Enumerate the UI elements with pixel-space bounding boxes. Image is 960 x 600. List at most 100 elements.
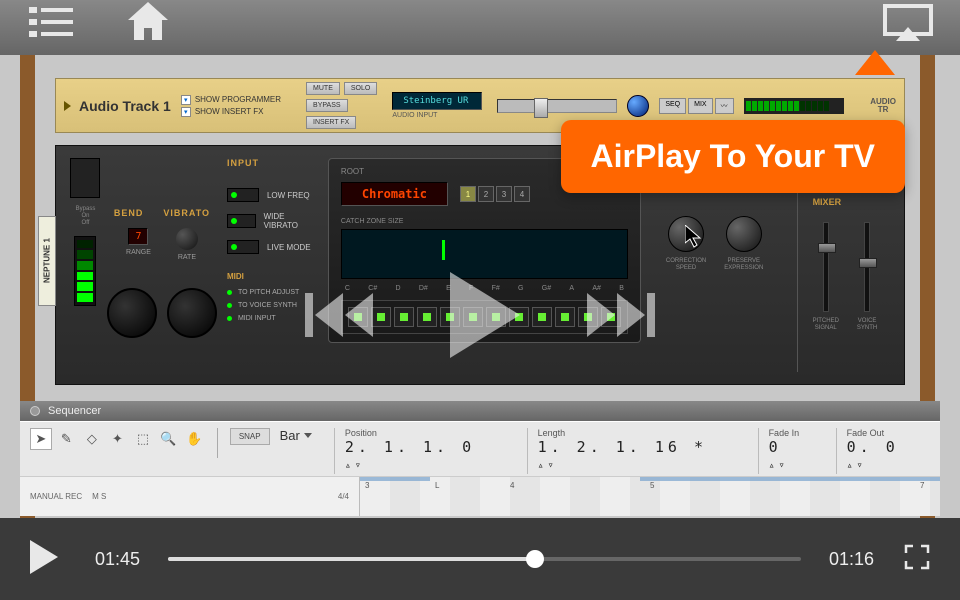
position-value[interactable]: 2. 1. 1. 0 ▵▿: [345, 438, 505, 474]
remaining-time: 01:16: [829, 549, 874, 570]
mute-tool-icon[interactable]: ⬚: [132, 428, 154, 450]
pencil-tool-icon[interactable]: ✎: [56, 428, 78, 450]
voice-synth-label: VOICESYNTH: [857, 318, 877, 332]
snap-button[interactable]: SNAP: [230, 428, 270, 445]
rate-knob[interactable]: [176, 228, 198, 250]
clip-bar[interactable]: [640, 477, 940, 481]
video-center-controls: [305, 260, 655, 375]
pitched-label: PITCHEDSIGNAL: [813, 318, 839, 332]
wave-button[interactable]: 〰: [715, 98, 734, 114]
pitch-wheel[interactable]: [107, 288, 157, 338]
correction-speed-label: CORRECTIONSPEED: [666, 258, 706, 272]
length-label: Length: [538, 428, 736, 438]
track-buttons: MUTE SOLO BYPASS INSERT FX: [306, 82, 377, 129]
lowfreq-label: LOW FREQ: [267, 191, 310, 200]
show-insertfx-check[interactable]: ▾: [181, 107, 191, 117]
center-play-button[interactable]: [425, 260, 535, 375]
neptune-tab[interactable]: NEPTUNE 1: [38, 216, 56, 306]
tooltip-pointer: [855, 50, 895, 75]
midi-input-label: MIDI INPUT: [238, 315, 276, 322]
insertfx-button[interactable]: INSERT FX: [306, 116, 356, 129]
scale-display[interactable]: Chromatic: [341, 182, 448, 206]
preserve-expression-label: PRESERVEEXPRESSION: [724, 258, 763, 272]
rate-label: RATE: [178, 254, 196, 261]
seq-button[interactable]: SEQ: [659, 98, 686, 114]
level-slider[interactable]: [497, 99, 617, 113]
airplay-icon[interactable]: [880, 0, 935, 45]
sequencer-header[interactable]: Sequencer: [20, 401, 940, 421]
ruler-mark: 5: [650, 481, 654, 490]
pad-4[interactable]: 4: [514, 186, 530, 202]
midi-led-1: [227, 290, 232, 295]
show-options: ▾ SHOW PROGRAMMER ▾ SHOW INSERT FX: [181, 95, 281, 117]
pad-3[interactable]: 3: [496, 186, 512, 202]
airplay-tooltip: AirPlay To Your TV: [561, 120, 906, 193]
pitched-fader[interactable]: [823, 222, 829, 312]
bend-vibrato-col: BEND VIBRATO 7 RANGE RATE: [107, 158, 217, 372]
audio-track-tag: AUDIOTR: [870, 98, 896, 114]
fullscreen-button[interactable]: [904, 544, 930, 575]
show-programmer-lbl: SHOW PROGRAMMER: [195, 95, 281, 104]
mod-wheel[interactable]: [167, 288, 217, 338]
range-value[interactable]: 7: [128, 228, 148, 245]
snap-value-select[interactable]: Bar: [280, 428, 312, 443]
menu-list-icon[interactable]: [25, 0, 80, 45]
solo-button[interactable]: SOLO: [344, 82, 377, 95]
track-list-header: MANUAL REC M S 4/4: [20, 477, 360, 516]
bypass-switch[interactable]: [70, 158, 100, 198]
level-section: [497, 95, 649, 117]
position-label: Position: [345, 428, 505, 438]
track-title: Audio Track 1: [79, 98, 171, 114]
mute-button[interactable]: MUTE: [306, 82, 340, 95]
fadeout-value[interactable]: 0. 0 ▵▿: [847, 438, 930, 474]
manual-rec-label: MANUAL REC: [30, 492, 82, 501]
prev-track-button[interactable]: [305, 285, 375, 350]
hand-tool-icon[interactable]: ✋: [183, 428, 205, 450]
home-icon[interactable]: [120, 0, 175, 45]
midi-led-2: [227, 303, 232, 308]
progress-bar[interactable]: [168, 557, 801, 561]
show-insertfx-lbl: SHOW INSERT FX: [195, 107, 264, 116]
next-track-button[interactable]: [585, 285, 655, 350]
clip-bar[interactable]: [360, 477, 430, 481]
level-meter: [744, 98, 844, 114]
audio-input-value[interactable]: Steinberg UR: [392, 92, 482, 110]
pointer-tool-icon[interactable]: ➤: [30, 428, 52, 450]
chevron-down-icon: [304, 433, 312, 438]
lowfreq-button[interactable]: [227, 188, 259, 202]
sequencer-collapse-icon[interactable]: [30, 406, 40, 416]
play-button[interactable]: [30, 540, 60, 579]
bypass-label: BypassOnOff: [76, 206, 96, 228]
zoom-tool-icon[interactable]: 🔍: [158, 428, 180, 450]
voice-synth-fader[interactable]: [864, 222, 870, 312]
timeline-ruler[interactable]: 3 L 4 5 7: [360, 477, 940, 516]
pad-1[interactable]: 1: [460, 186, 476, 202]
bypass-button[interactable]: BYPASS: [306, 99, 348, 112]
eraser-tool-icon[interactable]: ◇: [81, 428, 103, 450]
ruler-mark: 4: [510, 481, 514, 490]
snap-value-label: Bar: [280, 428, 300, 443]
show-programmer-check[interactable]: ▾: [181, 95, 191, 105]
ruler-mark: 7: [920, 481, 924, 490]
catch-zone-label: CATCH ZONE SIZE: [341, 218, 628, 225]
sequencer-tracks: MANUAL REC M S 4/4 3 L 4 5 7: [20, 476, 940, 516]
pan-knob[interactable]: [627, 95, 649, 117]
progress-thumb[interactable]: [526, 550, 544, 568]
expand-icon[interactable]: [64, 101, 71, 111]
progress-fill: [168, 557, 535, 561]
preserve-expression-knob[interactable]: [726, 216, 762, 252]
midi-label: MIDI: [227, 272, 313, 281]
sequencer-toolbar: ➤ ✎ ◇ ✦ ⬚ 🔍 ✋ SNAP Bar Position 2. 1. 1.…: [20, 421, 940, 476]
length-value[interactable]: 1. 2. 1. 16 * ▵▿: [538, 438, 736, 474]
audio-input-label: AUDIO INPUT: [392, 112, 482, 119]
pad-2[interactable]: 2: [478, 186, 494, 202]
mix-button[interactable]: MIX: [688, 98, 712, 114]
livemode-button[interactable]: [227, 240, 259, 254]
bend-label: BEND: [114, 208, 144, 218]
fadein-label: Fade In: [769, 428, 814, 438]
ruler-mark: 3: [365, 481, 369, 490]
fadein-value[interactable]: 0 ▵▿: [769, 438, 814, 474]
razor-tool-icon[interactable]: ✦: [107, 428, 129, 450]
widevib-button[interactable]: [227, 214, 256, 228]
correction-speed-knob[interactable]: [668, 216, 704, 252]
